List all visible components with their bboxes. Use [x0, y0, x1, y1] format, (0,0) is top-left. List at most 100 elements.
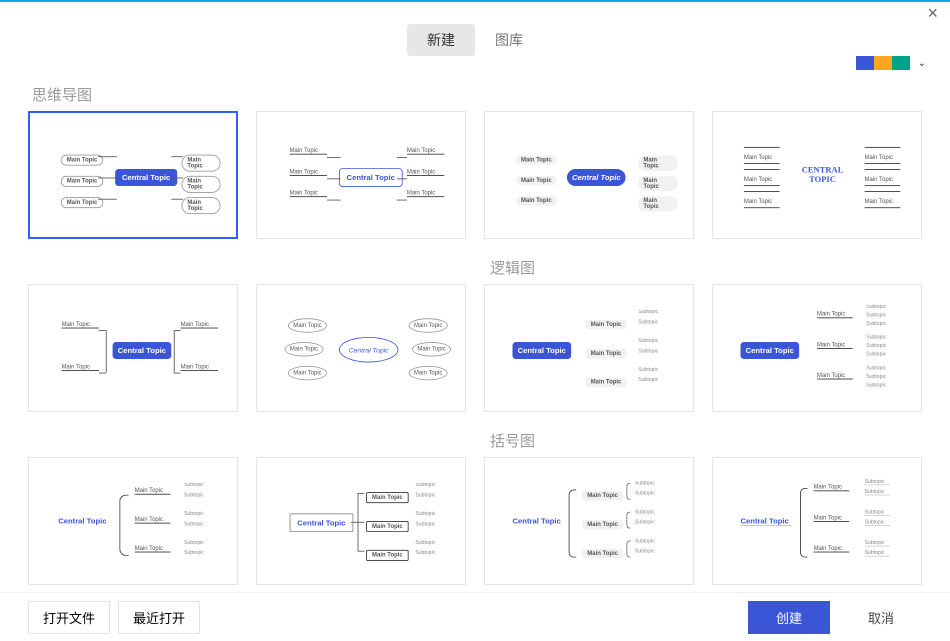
main-topic: Main Topic: [290, 148, 327, 155]
main-topic: Main Topic: [638, 196, 677, 211]
template-mind-3[interactable]: Central Topic Main Topic Main Topic Main…: [484, 111, 694, 239]
tab-library[interactable]: 图库: [475, 24, 543, 56]
template-logic-2[interactable]: Central Topic Main Topic Main Topic Main…: [712, 284, 922, 412]
section-bracket-title: 括号图: [490, 430, 535, 451]
template-mind-5[interactable]: Central Topic Main Topic Main Topic Main…: [28, 284, 238, 412]
subtopic: Subtopic: [866, 305, 886, 310]
top-accent: [0, 0, 950, 2]
main-topic: Main Topic: [516, 155, 557, 164]
main-topic: Main Topic: [582, 491, 623, 500]
brace-icon: [800, 488, 808, 558]
subtopic: Subtopic: [415, 512, 435, 517]
main-topic: Main Topic: [61, 197, 104, 208]
row-3: Central Topic Main Topic Main Topic Main…: [28, 457, 922, 585]
template-mind-2[interactable]: Central Topic Main Topic Main Topic Main…: [256, 111, 466, 239]
main-topic: Main Topic: [181, 155, 220, 172]
main-topic: Main Topic: [288, 366, 327, 380]
template-logic-1[interactable]: Central Topic Main Topic Main Topic Main…: [484, 284, 694, 412]
main-topic: Main Topic: [181, 197, 220, 214]
subtopic: Subtopic: [866, 313, 886, 318]
row-2: Central Topic Main Topic Main Topic Main…: [28, 284, 922, 412]
theme-color-picker[interactable]: ⌄: [856, 56, 926, 70]
open-file-button[interactable]: 打开文件: [28, 601, 110, 634]
recent-open-button[interactable]: 最近打开: [118, 601, 200, 634]
main-topic: Main Topic: [181, 322, 218, 329]
theme-swatch-3: [892, 56, 910, 70]
main-topic: Main Topic: [744, 147, 780, 164]
main-topic: Main Topic: [181, 176, 220, 193]
main-topic: Main Topic: [135, 488, 171, 495]
central-topic: CENTRALTOPIC: [802, 166, 844, 185]
central-topic: Central Topic: [339, 337, 399, 363]
main-topic: Main Topic: [62, 322, 99, 329]
footer: 打开文件 最近打开 创建 取消: [0, 592, 950, 641]
main-topic: Main Topic: [288, 318, 327, 332]
main-topic: Main Topic: [638, 155, 677, 170]
theme-swatch-2: [874, 56, 892, 70]
subtopic: Subtopic: [865, 510, 891, 516]
create-button[interactable]: 创建: [748, 601, 830, 634]
subtopic: Subtopic: [415, 493, 435, 498]
subtopic: Subtopic: [638, 349, 658, 354]
main-topic: Main Topic: [586, 378, 627, 387]
section-logic-title: 逻辑图: [490, 257, 535, 278]
central-topic: Central Topic: [58, 517, 106, 526]
subtopic: Subtopic: [866, 383, 886, 388]
subtopic: Subtopic: [865, 541, 891, 547]
template-logic-4[interactable]: Central Topic Main Topic Main Topic Main…: [256, 457, 466, 585]
subtopic: Subtopic: [415, 541, 435, 546]
main-topic: Main Topic: [412, 342, 451, 356]
tab-new[interactable]: 新建: [407, 24, 475, 56]
main-topic: Main Topic: [407, 148, 444, 155]
subtopic: Subtopic: [866, 352, 886, 357]
chevron-down-icon: ⌄: [918, 58, 926, 69]
cancel-button[interactable]: 取消: [840, 601, 922, 634]
subtopic: Subtopic: [184, 512, 204, 517]
central-topic: Central Topic: [339, 168, 403, 187]
main-topic: Main Topic: [181, 364, 218, 371]
main-topic: Main Topic: [516, 176, 557, 185]
subtopic: Subtopic: [184, 493, 204, 498]
subtopic: Subtopic: [635, 491, 655, 496]
template-logic-3[interactable]: Central Topic Main Topic Main Topic Main…: [28, 457, 238, 585]
template-mind-1[interactable]: Central Topic Main Topic Main Topic Main…: [28, 111, 238, 239]
subtopic: Subtopic: [865, 551, 891, 557]
template-bracket-1[interactable]: Central Topic Main Topic Main Topic Main…: [484, 457, 694, 585]
main-topic: Main Topic: [817, 342, 853, 349]
main-topic: Main Topic: [290, 190, 327, 197]
subtopic: Subtopic: [638, 310, 658, 315]
subtopic: Subtopic: [184, 541, 204, 546]
template-mind-6[interactable]: Central Topic Main Topic Main Topic Main…: [256, 284, 466, 412]
main-topic: Main Topic: [586, 320, 627, 329]
main-topic: Main Topic: [61, 176, 104, 187]
central-topic: Central Topic: [290, 513, 354, 532]
tabs: 新建 图库: [0, 24, 950, 56]
main-topic: Main Topic: [290, 169, 327, 176]
main-topic: Main Topic: [744, 191, 780, 208]
main-topic: Main Topic: [366, 550, 409, 561]
main-topic: Main Topic: [135, 517, 171, 524]
subtopic: Subtopic: [638, 339, 658, 344]
central-topic: Central Topic: [115, 169, 177, 186]
subtopic: Subtopic: [415, 522, 435, 527]
section-mindmap-title: 思维导图: [32, 84, 922, 105]
main-topic: Main Topic: [817, 373, 853, 380]
subtopic: Subtopic: [184, 522, 204, 527]
main-topic: Main Topic: [62, 364, 99, 371]
close-icon[interactable]: ×: [927, 4, 938, 22]
template-gallery: 思维导图 Central Topic Main Topic Main Topic…: [0, 70, 950, 593]
central-topic: Central Topic: [567, 169, 626, 186]
template-mind-4[interactable]: CENTRALTOPIC Main Topic Main Topic Main …: [712, 111, 922, 239]
main-topic: Main Topic: [366, 521, 409, 532]
main-topic: Main Topic: [865, 191, 901, 208]
main-topic: Main Topic: [638, 176, 677, 191]
main-topic: Main Topic: [744, 169, 780, 186]
row-mindmap-1: Central Topic Main Topic Main Topic Main…: [28, 111, 922, 239]
main-topic: Main Topic: [582, 549, 623, 558]
subtopic: Subtopic: [638, 320, 658, 325]
template-bracket-2[interactable]: Central Topic Main Topic Main Topic Main…: [712, 457, 922, 585]
main-topic: Main Topic: [865, 169, 901, 186]
subtopic: Subtopic: [866, 335, 886, 340]
subtopic: Subtopic: [865, 520, 891, 526]
subtopic: Subtopic: [865, 479, 891, 485]
